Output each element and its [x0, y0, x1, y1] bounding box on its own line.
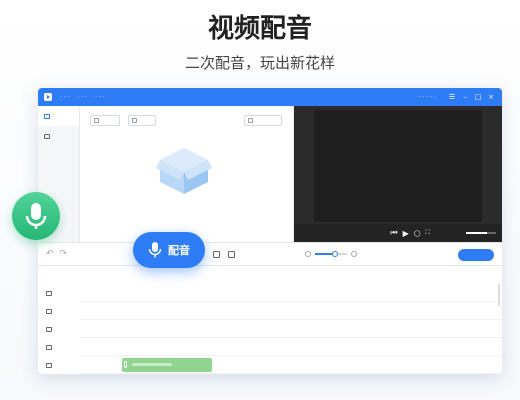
folder-icon: [44, 113, 50, 119]
timeline-scrollbar[interactable]: [498, 284, 500, 306]
import-button[interactable]: [244, 115, 282, 126]
app-window: · · · · · · · · · · · · · · ☰ – □ × ⏮ ▶ …: [38, 88, 502, 374]
user-area[interactable]: · · · · ·: [419, 94, 436, 101]
zoom-out-icon[interactable]: [305, 251, 312, 257]
trash-icon: [132, 118, 137, 123]
zoom-in-icon[interactable]: [351, 251, 358, 257]
prev-frame-icon[interactable]: ⏮: [390, 228, 397, 238]
track-picture[interactable]: [38, 320, 502, 338]
erase-tool[interactable]: [228, 250, 236, 258]
music-icon: [44, 133, 50, 139]
undo-icon[interactable]: ↶: [46, 249, 54, 259]
add-icon: [94, 118, 99, 123]
eraser-icon: [228, 250, 236, 258]
hero-subtitle: 二次配音，玩出新花样: [184, 54, 335, 72]
redo-icon[interactable]: ↷: [60, 249, 68, 259]
picture-track-icon: [46, 326, 52, 332]
editor-toolbar: ↶ ↷: [38, 242, 502, 266]
play-logo-icon: [44, 93, 52, 101]
dub-button[interactable]: 配音: [133, 232, 205, 268]
export-button[interactable]: [458, 249, 494, 261]
title-bar: · · · · · · · · · · · · · · ☰ – □ ×: [38, 88, 502, 106]
microphone-icon: [124, 361, 127, 368]
zoom-slider[interactable]: [315, 251, 348, 257]
video-track-icon: [46, 290, 52, 296]
voice-track-icon: [46, 362, 52, 368]
add-media-button[interactable]: [90, 115, 120, 126]
track-music[interactable]: [38, 302, 502, 320]
timeline-tracks: [38, 284, 502, 374]
video-preview: ⏮ ▶ ◯ ⛶: [294, 106, 502, 242]
menu-item-3[interactable]: · · ·: [95, 94, 105, 101]
close-icon[interactable]: ×: [486, 93, 496, 101]
floating-microphone-button[interactable]: [12, 192, 60, 240]
text-tool[interactable]: [213, 250, 221, 258]
loop-icon[interactable]: ◯: [414, 230, 421, 237]
text-track-icon: [46, 344, 52, 350]
track-video[interactable]: [38, 284, 502, 302]
dub-button-label: 配音: [168, 244, 190, 257]
media-panel: [80, 106, 294, 242]
player-controls: ⏮ ▶ ◯ ⛶: [294, 224, 502, 242]
maximize-icon[interactable]: □: [473, 93, 483, 101]
music-track-icon: [46, 308, 52, 314]
box-icon: [156, 148, 212, 194]
timeline-ruler: [80, 266, 502, 276]
text-icon: [213, 250, 221, 258]
menu-icon[interactable]: ☰: [447, 93, 457, 101]
audio-clip[interactable]: [122, 358, 212, 372]
menu-item-1[interactable]: · · ·: [60, 94, 70, 101]
minimize-icon[interactable]: –: [460, 93, 470, 101]
app-logo: [44, 93, 52, 101]
microphone-icon: [25, 203, 47, 229]
zoom-knob[interactable]: [332, 251, 339, 257]
play-icon[interactable]: ▶: [403, 229, 409, 238]
sidebar-item-2[interactable]: [38, 126, 79, 146]
track-voice[interactable]: [38, 356, 502, 374]
track-text[interactable]: [38, 338, 502, 356]
sidebar-item-media[interactable]: [38, 106, 79, 126]
volume-slider[interactable]: [466, 232, 496, 234]
delete-button[interactable]: [128, 115, 156, 126]
preview-screen: [314, 110, 482, 222]
fullscreen-icon[interactable]: ⛶: [425, 229, 429, 237]
import-icon: [248, 118, 253, 123]
hero-title: 视频配音: [207, 14, 312, 44]
microphone-icon: [148, 242, 162, 258]
menu-item-2[interactable]: · · ·: [78, 94, 88, 101]
zoom-control[interactable]: [305, 251, 358, 257]
audio-waveform: [132, 363, 172, 366]
